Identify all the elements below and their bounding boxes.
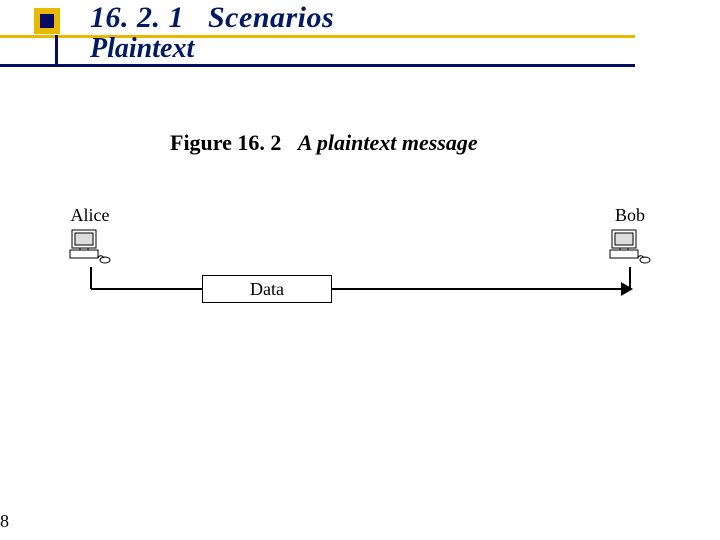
sender-stem-line: [90, 267, 92, 289]
section-subheading: Plaintext: [90, 33, 194, 65]
computer-icon: [68, 228, 112, 266]
slide-root: 16. 2. 1 Scenarios Plaintext Figure 16. …: [0, 0, 720, 540]
payload-box: Data: [202, 275, 332, 303]
sender-label: Alice: [60, 205, 120, 226]
figure-diagram: Alice Bob: [60, 205, 660, 335]
sender-node: Alice: [60, 205, 120, 266]
header-line-vertical: [55, 35, 58, 67]
page-number: 8: [0, 511, 9, 532]
receiver-node: Bob: [600, 205, 660, 266]
figure-title: A plaintext message: [298, 130, 478, 155]
receiver-label: Bob: [600, 205, 660, 226]
figure-caption: Figure 16. 2 A plaintext message: [170, 130, 478, 156]
section-title: Scenarios: [208, 1, 334, 34]
section-number: 16. 2. 1: [90, 1, 184, 34]
channel-line: [91, 288, 629, 290]
arrow-right-icon: [621, 282, 633, 296]
figure-number: Figure 16. 2: [170, 130, 281, 155]
section-heading: 16. 2. 1 Scenarios: [90, 1, 334, 35]
computer-icon: [608, 228, 652, 266]
header-bullet-icon: [34, 8, 60, 34]
